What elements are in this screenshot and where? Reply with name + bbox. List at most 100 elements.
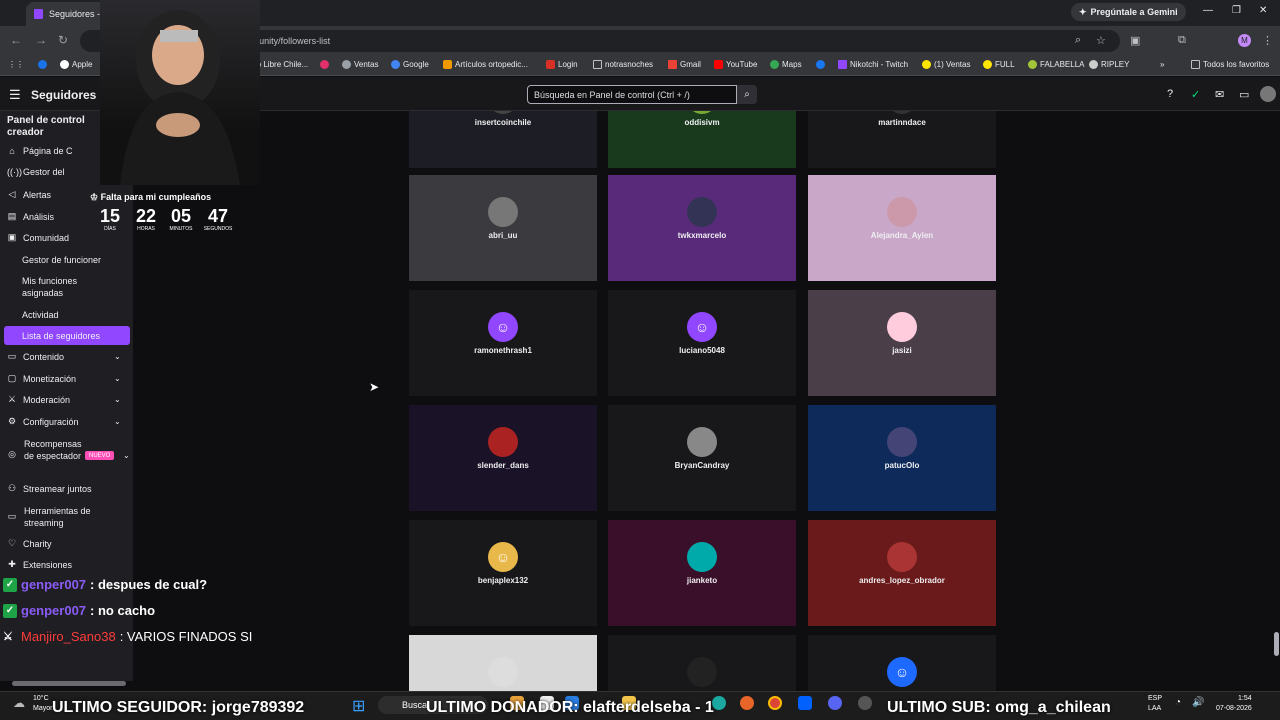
sidebar-item-viewer-rewards[interactable]: ◎ [7, 449, 17, 460]
zoom-icon[interactable]: ⌕ [1075, 34, 1081, 47]
extension-icon[interactable]: ▣ [1130, 34, 1140, 47]
follower-name[interactable]: martinndace [808, 118, 996, 127]
help-icon[interactable]: ? [1167, 88, 1173, 100]
bookmark-item[interactable]: Maps [770, 60, 802, 69]
sidebar-scrollbar[interactable] [12, 681, 126, 686]
edge-icon[interactable] [712, 696, 726, 710]
follower-card[interactable] [409, 635, 597, 691]
reload-icon[interactable]: ↻ [58, 33, 68, 47]
chevron-down-icon[interactable]: ⌄ [114, 417, 121, 426]
apps-grid-icon[interactable]: ⋮⋮ [8, 60, 24, 69]
follower-card[interactable] [608, 635, 796, 691]
follower-card[interactable]: ☺ ramonethrash1 [409, 290, 597, 396]
wifi-icon[interactable]: ◔ [1175, 697, 1181, 708]
bookmark-star-icon[interactable]: ☆ [1096, 34, 1106, 47]
follower-name[interactable]: twkxmarcelo [608, 231, 796, 240]
discord-icon[interactable] [828, 696, 842, 710]
inbox-icon[interactable]: ✉ [1215, 88, 1224, 101]
sidebar-item-charity[interactable]: ♡ Charity [7, 538, 52, 549]
follower-card[interactable]: ☺ luciano5048 [608, 290, 796, 396]
hamburger-menu-icon[interactable]: ☰ [9, 87, 21, 103]
bookmark-item[interactable] [38, 60, 47, 69]
chevron-down-icon[interactable]: ⌄ [114, 395, 121, 404]
profile-avatar[interactable]: M [1238, 34, 1251, 47]
volume-icon[interactable]: 🔊 [1192, 697, 1204, 708]
follower-card[interactable]: oddisivm [608, 111, 796, 168]
bookmark-item[interactable]: Gmail [668, 60, 701, 69]
follower-card[interactable]: slender_dans [409, 405, 597, 511]
search-button[interactable]: ⌕ [737, 85, 757, 104]
follower-card[interactable]: patucOlo [808, 405, 996, 511]
chrome-icon[interactable] [768, 696, 782, 710]
follower-name[interactable]: slender_dans [409, 461, 597, 470]
firefox-icon[interactable] [740, 696, 754, 710]
sidebar-item-settings[interactable]: ⚙ Configuración [7, 416, 79, 427]
follower-card[interactable]: Alejandra_Aylen [808, 175, 996, 281]
follower-avatar[interactable] [488, 111, 518, 114]
sidebar-item-alerts[interactable]: ◁ Alertas [7, 189, 51, 200]
sidebar-streaming-tools-label[interactable]: Herramientas de streaming [24, 505, 114, 529]
bookmark-item[interactable]: Artículos ortopedic... [443, 60, 528, 69]
follower-avatar[interactable] [887, 312, 917, 342]
sidebar-item-stream-manager[interactable]: ((·)) Gestor del [7, 167, 65, 177]
follower-avatar[interactable] [687, 542, 717, 572]
sidebar-sub-activity[interactable]: Actividad [22, 309, 59, 321]
follower-avatar[interactable] [687, 427, 717, 457]
sidebar-item-stream-together[interactable]: ⚇ Streamear juntos [7, 483, 92, 494]
menu-dots-icon[interactable]: ⋮ [1262, 34, 1273, 47]
back-icon[interactable]: ← [10, 33, 22, 47]
more-bookmarks-icon[interactable]: » [1160, 60, 1164, 69]
follower-name[interactable]: abri_uu [409, 231, 597, 240]
follower-avatar[interactable] [887, 542, 917, 572]
sidebar-sub-followers-list[interactable]: Lista de seguidores [22, 330, 100, 342]
follower-avatar[interactable] [488, 427, 518, 457]
activity-icon[interactable]: ✓ [1191, 88, 1200, 101]
follower-card[interactable]: ☺ benjaplex132 [409, 520, 597, 626]
follower-name[interactable]: ramonethrash1 [409, 346, 597, 355]
page-scrollbar[interactable] [1274, 632, 1279, 656]
sidebar-item-streaming-tools[interactable]: ▭ [7, 511, 17, 522]
follower-name[interactable]: luciano5048 [608, 346, 796, 355]
sidebar-sub-roles-manager[interactable]: Gestor de funcioner [22, 254, 101, 266]
gemini-button[interactable]: ✦ Pregúntale a Gemini [1071, 3, 1186, 21]
follower-card[interactable]: jianketo [608, 520, 796, 626]
follower-avatar[interactable]: ☺ [887, 657, 917, 687]
follower-card[interactable]: martinndace [808, 111, 996, 168]
follower-avatar[interactable] [887, 427, 917, 457]
follower-avatar[interactable] [488, 197, 518, 227]
bookmark-item[interactable] [320, 60, 329, 69]
bookmark-item[interactable]: FULL [983, 60, 1015, 69]
follower-name[interactable]: insertcoinchile [409, 118, 597, 127]
follower-card[interactable]: andres_lopez_obrador [808, 520, 996, 626]
language-indicator[interactable]: ESP [1148, 695, 1162, 702]
extensions-puzzle-icon[interactable]: ⧉ [1178, 34, 1186, 47]
bookmark-item[interactable] [816, 60, 825, 69]
dashboard-search-input[interactable]: Búsqueda en Panel de control (Ctrl + /) [527, 85, 737, 104]
follower-card[interactable]: insertcoinchile [409, 111, 597, 168]
chevron-down-icon[interactable]: ⌄ [123, 451, 130, 460]
bookmark-item[interactable]: RIPLEY [1089, 60, 1129, 69]
sidebar-item-moderation[interactable]: ⚔ Moderación [7, 394, 70, 405]
chevron-down-icon[interactable]: ⌄ [114, 352, 121, 361]
follower-avatar[interactable] [887, 197, 917, 227]
follower-name[interactable]: andres_lopez_obrador [808, 576, 996, 585]
windows-start-icon[interactable]: ⊞ [352, 696, 365, 716]
sidebar-sub-my-roles[interactable]: Mis funciones asignadas [22, 275, 112, 299]
close-window-icon[interactable]: ✕ [1259, 5, 1267, 16]
maximize-icon[interactable]: ❐ [1232, 5, 1241, 16]
follower-avatar[interactable] [687, 197, 717, 227]
sidebar-item-monetization[interactable]: ▢ Monetización [7, 373, 76, 384]
all-favorites[interactable]: Todos los favoritos [1191, 60, 1269, 69]
follower-avatar[interactable]: ☺ [488, 542, 518, 572]
follower-card[interactable]: BryanCandray [608, 405, 796, 511]
follower-card[interactable]: jasizi [808, 290, 996, 396]
bookmark-item[interactable]: notrasnoches [593, 60, 653, 69]
minimize-icon[interactable]: — [1203, 5, 1213, 16]
whispers-icon[interactable]: ▭ [1239, 88, 1249, 101]
dropbox-icon[interactable] [798, 696, 812, 710]
follower-name[interactable]: BryanCandray [608, 461, 796, 470]
follower-card[interactable]: twkxmarcelo [608, 175, 796, 281]
bookmark-item[interactable]: Apple [60, 60, 92, 69]
follower-name[interactable]: oddisivm [608, 118, 796, 127]
bookmark-item[interactable]: Nikotchi - Twitch [838, 60, 908, 69]
